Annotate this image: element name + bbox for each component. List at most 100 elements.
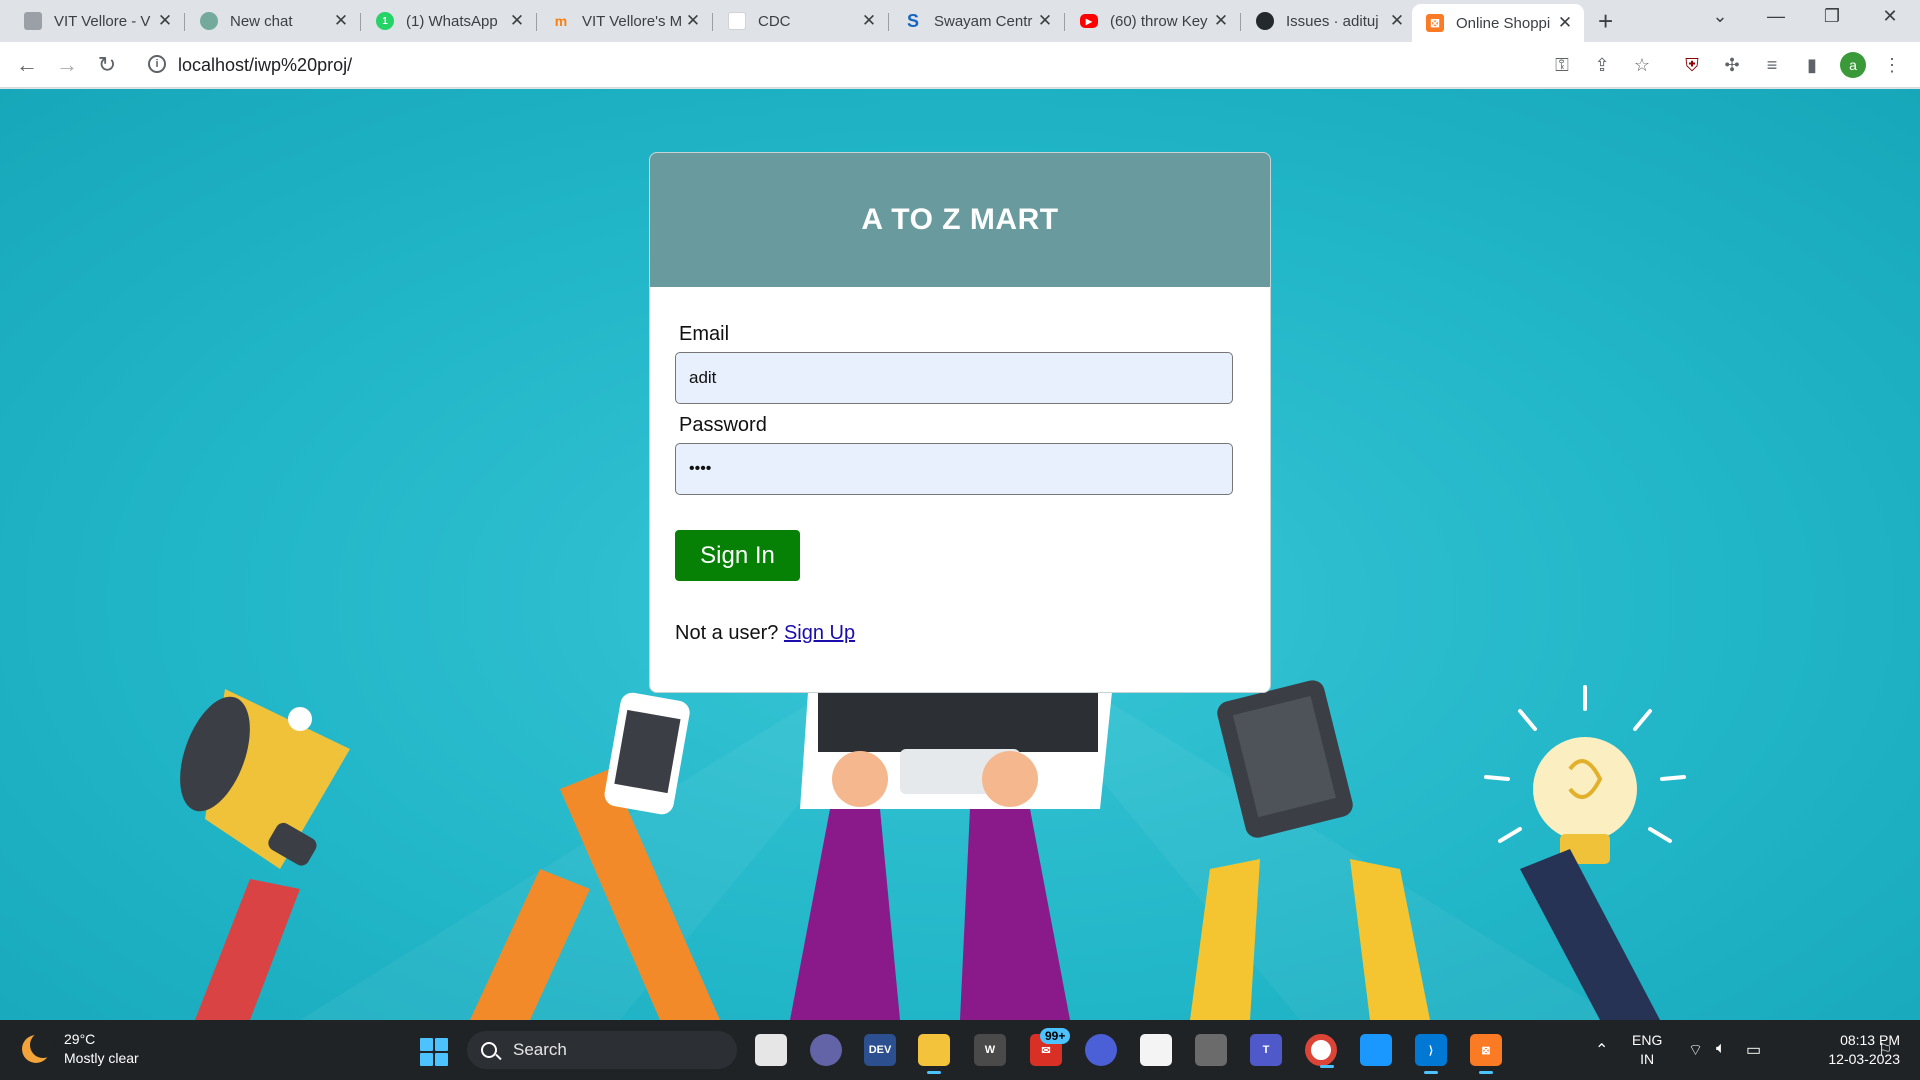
sign-in-button[interactable]: Sign In xyxy=(675,530,800,581)
close-tab-icon[interactable]: ✕ xyxy=(508,11,526,31)
address-bar[interactable]: i localhost/iwp%20proj/ xyxy=(138,48,1658,82)
vit-icon xyxy=(24,12,42,30)
tab-title: New chat xyxy=(230,12,293,30)
tab-title: (1) WhatsApp xyxy=(406,12,498,30)
email-field[interactable]: adit xyxy=(675,352,1233,404)
signup-prompt: Not a user? Sign Up xyxy=(675,622,855,645)
browser-tab[interactable]: VIT Vellore - V ✕ xyxy=(10,4,185,38)
weather-desc: Mostly clear xyxy=(64,1050,139,1066)
close-tab-icon[interactable]: ✕ xyxy=(332,11,350,31)
restore-icon[interactable]: ❐ xyxy=(1812,6,1852,27)
tab-divider xyxy=(888,13,889,31)
minimize-icon[interactable]: — xyxy=(1756,6,1796,27)
lang-line2: IN xyxy=(1640,1051,1655,1067)
windows-taskbar: 29°C Mostly clear Search DEV W ✉ 99+ T ⟩… xyxy=(0,1020,1920,1080)
share-icon[interactable]: ⇪ xyxy=(1590,53,1614,77)
tab-divider xyxy=(184,13,185,31)
browser-tab[interactable]: S Swayam Centr ✕ xyxy=(890,4,1065,38)
tab-search-icon[interactable]: ⌄ xyxy=(1700,6,1740,27)
lang-line1: ENG xyxy=(1632,1032,1663,1048)
close-tab-icon[interactable]: ✕ xyxy=(1388,11,1406,31)
sign-up-link[interactable]: Sign Up xyxy=(784,622,855,644)
reload-icon[interactable]: ↻ xyxy=(92,50,122,80)
page-viewport: A TO Z MART Email adit Password •••• Sig… xyxy=(0,89,1920,1020)
weather-temp: 29°C xyxy=(64,1031,96,1047)
tab-title: Swayam Centr xyxy=(934,12,1033,30)
tab-title: (60) throw Key xyxy=(1110,12,1208,30)
site-info-icon[interactable]: i xyxy=(148,55,166,73)
search-icon xyxy=(481,1042,497,1058)
whatsapp-icon: 1 xyxy=(376,12,394,30)
copilot-icon[interactable] xyxy=(1085,1034,1117,1066)
notification-icon[interactable]: ⚐ xyxy=(1878,1040,1892,1060)
chrome-icon[interactable] xyxy=(1305,1034,1337,1068)
new-tab-icon[interactable]: + xyxy=(1598,8,1613,34)
teams-icon[interactable]: T xyxy=(1250,1034,1282,1066)
wifi-icon[interactable]: ⌔ xyxy=(1688,1040,1703,1060)
browser-tab-active[interactable]: ⊠ Online Shoppi ✕ xyxy=(1412,4,1584,42)
windows-start-icon[interactable] xyxy=(420,1038,448,1066)
tab-divider xyxy=(1240,13,1241,31)
chatgpt-icon xyxy=(200,12,218,30)
ublock-shield-icon[interactable]: ⛨ xyxy=(1680,53,1704,77)
battery-icon[interactable]: ▭ xyxy=(1746,1040,1761,1060)
tab-title: Online Shoppi xyxy=(1456,14,1551,32)
close-tab-icon[interactable]: ✕ xyxy=(860,11,878,31)
url-text: localhost/iwp%20proj/ xyxy=(178,55,353,75)
extensions-puzzle-icon[interactable]: ✣ xyxy=(1720,53,1744,77)
browser-tab[interactable]: New chat ✕ xyxy=(186,4,361,38)
browser-tab[interactable]: m VIT Vellore's M ✕ xyxy=(538,4,713,38)
prime-video-icon[interactable] xyxy=(1360,1034,1392,1066)
profile-avatar[interactable]: a xyxy=(1840,52,1866,78)
side-panel-icon[interactable]: ▮ xyxy=(1800,53,1824,77)
tab-divider xyxy=(360,13,361,31)
moon-weather-icon xyxy=(22,1032,56,1063)
python-idle-icon[interactable] xyxy=(1140,1034,1172,1066)
password-label: Password xyxy=(679,414,767,436)
task-view-icon[interactable] xyxy=(755,1034,787,1066)
file-explorer-icon[interactable] xyxy=(918,1034,950,1074)
swayam-icon: S xyxy=(906,10,919,31)
close-tab-icon[interactable]: ✕ xyxy=(156,11,174,31)
more-menu-icon[interactable]: ⋮ xyxy=(1880,53,1904,77)
password-key-icon[interactable]: ⚿ xyxy=(1550,53,1574,77)
tab-title: VIT Vellore - V xyxy=(54,12,151,30)
tab-strip: VIT Vellore - V ✕ New chat ✕ 1 (1) Whats… xyxy=(0,0,1920,42)
teams-chat-icon[interactable] xyxy=(810,1034,842,1066)
tab-title: Issues · adituj xyxy=(1286,12,1379,30)
browser-tab[interactable]: ▶ (60) throw Key ✕ xyxy=(1066,4,1241,38)
media-queue-icon[interactable]: ≡ xyxy=(1760,53,1784,77)
tab-divider xyxy=(1064,13,1065,31)
xampp-icon[interactable]: ⊠ xyxy=(1470,1034,1502,1074)
back-icon[interactable]: ← xyxy=(12,50,42,80)
terminal-icon[interactable] xyxy=(1195,1034,1227,1066)
browser-tab[interactable]: CDC ✕ xyxy=(714,4,889,38)
close-tab-icon[interactable]: ✕ xyxy=(1556,13,1574,33)
close-tab-icon[interactable]: ✕ xyxy=(684,11,702,31)
language-indicator[interactable]: ENG IN xyxy=(1632,1031,1662,1069)
vscode-icon[interactable]: ⟩ xyxy=(1415,1034,1447,1074)
browser-tab[interactable]: Issues · adituj ✕ xyxy=(1242,4,1417,38)
taskbar-search[interactable]: Search xyxy=(467,1031,737,1069)
volume-icon[interactable]: 🔈︎ xyxy=(1716,1040,1726,1058)
tab-divider xyxy=(536,13,537,31)
not-user-text: Not a user? xyxy=(675,622,779,644)
email-label: Email xyxy=(679,323,730,345)
password-field[interactable]: •••• xyxy=(675,443,1233,495)
search-label: Search xyxy=(513,1040,567,1059)
close-tab-icon[interactable]: ✕ xyxy=(1036,11,1054,31)
notes-app-icon[interactable]: W xyxy=(974,1034,1006,1066)
dev-home-icon[interactable]: DEV xyxy=(864,1034,896,1066)
close-window-icon[interactable]: ✕ xyxy=(1870,6,1910,27)
close-tab-icon[interactable]: ✕ xyxy=(1212,11,1230,31)
browser-tab[interactable]: 1 (1) WhatsApp ✕ xyxy=(362,4,537,38)
chevron-up-icon[interactable]: ⌃ xyxy=(1595,1040,1608,1060)
bookmark-star-icon[interactable]: ☆ xyxy=(1630,53,1654,77)
forward-icon[interactable]: → xyxy=(52,50,82,80)
login-card: A TO Z MART Email adit Password •••• Sig… xyxy=(649,152,1271,693)
browser-toolbar: ← → ↻ i localhost/iwp%20proj/ ⚿ ⇪ ☆ ⛨ ✣ … xyxy=(0,42,1920,88)
tab-divider xyxy=(712,13,713,31)
weather-widget[interactable]: 29°C Mostly clear xyxy=(22,1030,139,1068)
youtube-icon: ▶ xyxy=(1080,14,1098,28)
tab-title: CDC xyxy=(758,12,791,30)
